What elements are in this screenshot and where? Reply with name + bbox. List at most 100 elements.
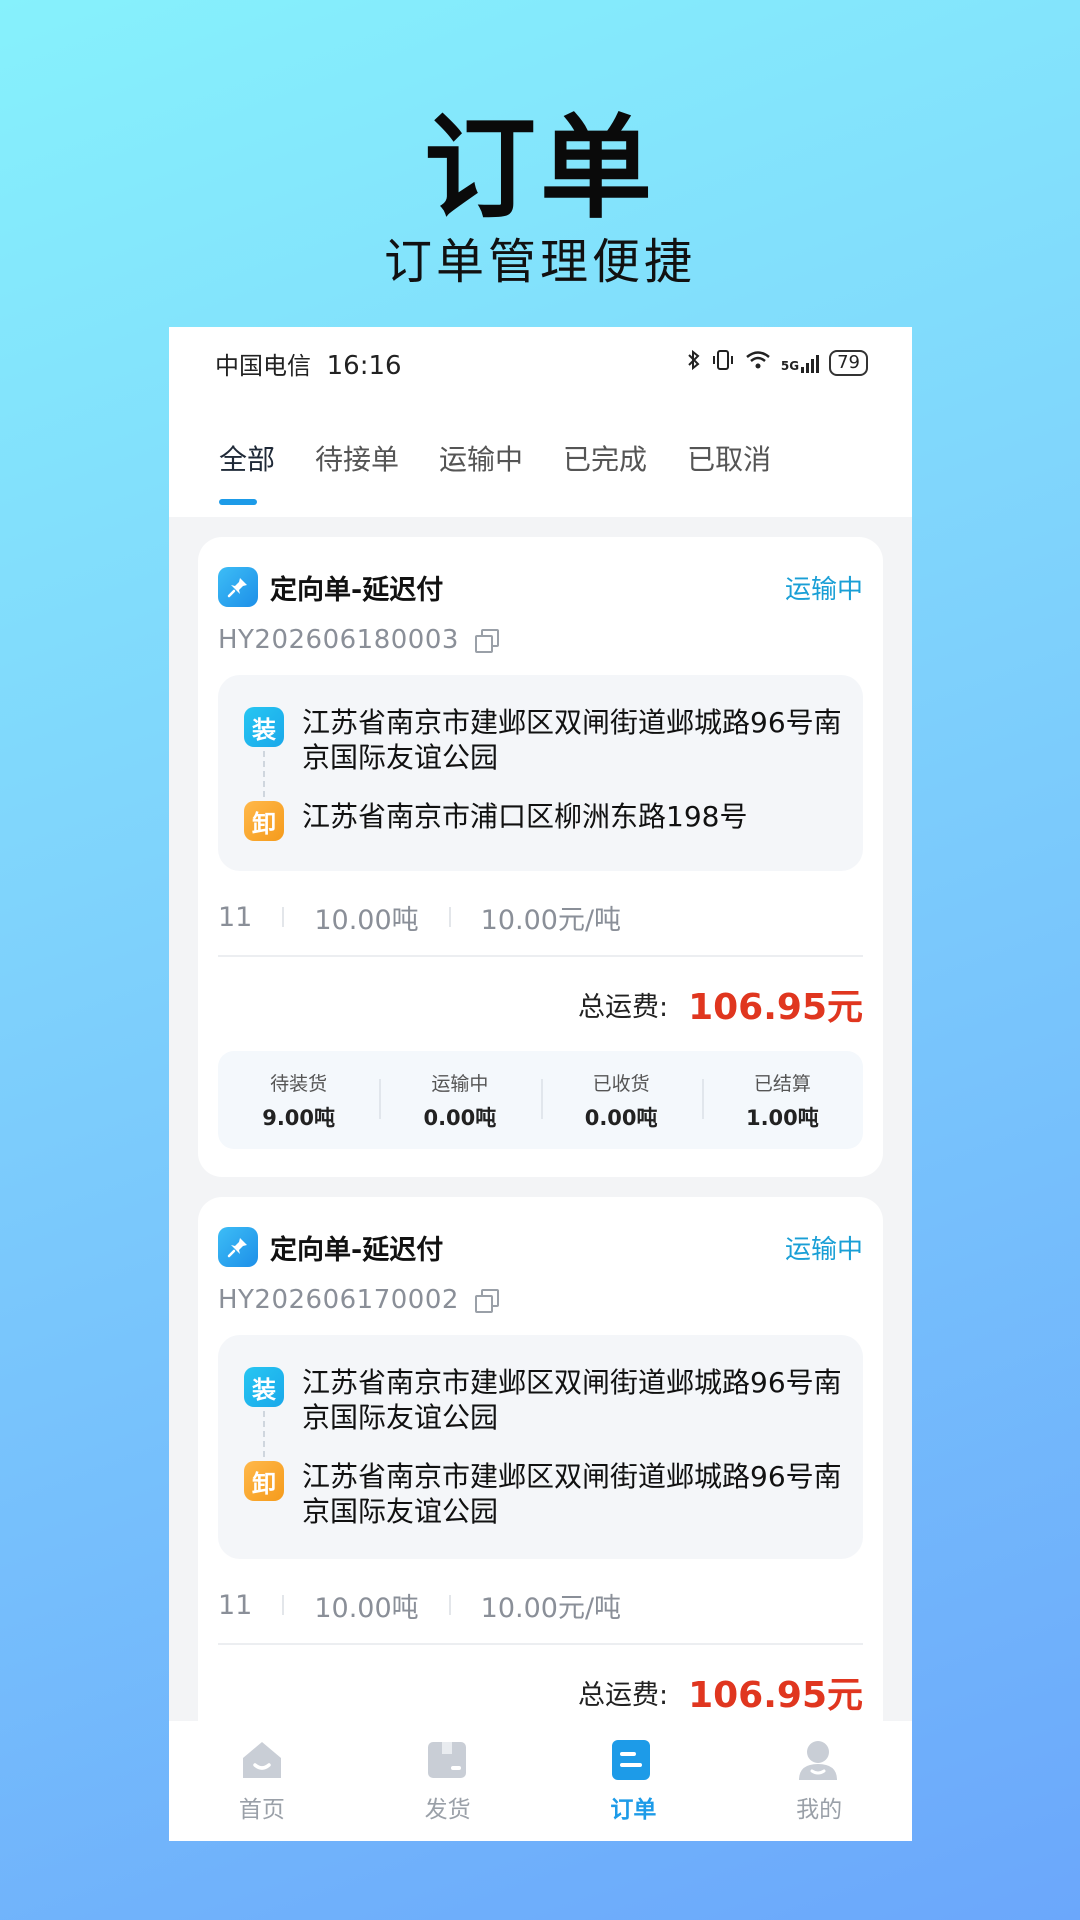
tab-2[interactable]: 运输中	[419, 399, 543, 517]
stat-label: 已收货	[592, 1072, 650, 1095]
tab-3[interactable]: 已完成	[543, 399, 667, 517]
tab-4[interactable]: 已取消	[667, 399, 791, 517]
tabbar-label: 我的	[796, 1797, 843, 1823]
load-tag: 装	[244, 1367, 284, 1407]
metric-separator	[448, 907, 451, 927]
metric-weight: 10.00吨	[314, 904, 419, 936]
order-type-group: 定向单-延迟付	[218, 567, 443, 607]
order-card-header: 定向单-延迟付 运输中	[218, 1225, 863, 1269]
stat-item: 已结算 1.00吨	[701, 1069, 863, 1132]
stat-item: 运输中 0.00吨	[379, 1069, 540, 1132]
route-box: 装江苏省南京市建邺区双闸街道邺城路96号南京国际友谊公园卸江苏省南京市建邺区双闸…	[218, 1335, 863, 1559]
status-time: 16:16	[326, 350, 402, 381]
status-icons: 5G 79	[687, 349, 868, 377]
tabbar-label: 发货	[424, 1797, 471, 1823]
pin-icon	[218, 567, 258, 607]
stat-label: 已结算	[753, 1072, 811, 1095]
unload-tag: 卸	[244, 801, 284, 841]
route-connector	[263, 751, 265, 797]
stat-value: 0.00吨	[584, 1105, 658, 1130]
order-status-badge: 运输中	[784, 574, 863, 605]
cellular-icon: 5G	[780, 353, 820, 373]
order-type-label: 定向单-延迟付	[270, 574, 444, 606]
tab-1[interactable]: 待接单	[295, 399, 419, 517]
order-metrics: 11 10.00吨 10.00元/吨	[218, 897, 863, 937]
unload-tag: 卸	[244, 1461, 284, 1501]
copy-icon[interactable]	[474, 629, 499, 653]
tab-0[interactable]: 全部	[199, 399, 295, 517]
user-icon	[796, 1738, 842, 1782]
carrier-time: 中国电信 16:16	[215, 346, 402, 381]
load-row: 装江苏省南京市建邺区双闸街道邺城路96号南京国际友谊公园	[244, 1365, 843, 1435]
order-filter-tabs: 全部 待接单 运输中 已完成 已取消	[169, 399, 912, 517]
stat-label: 运输中	[431, 1072, 489, 1095]
order-card-header: 定向单-延迟付 运输中	[218, 565, 863, 609]
stat-item: 待装货 9.00吨	[218, 1069, 379, 1132]
unload-row: 卸江苏省南京市建邺区双闸街道邺城路96号南京国际友谊公园	[244, 1459, 843, 1529]
stat-item: 已收货 0.00吨	[540, 1069, 702, 1132]
promo-title: 订单	[424, 104, 656, 234]
route-box: 装江苏省南京市建邺区双闸街道邺城路96号南京国际友谊公园卸江苏省南京市浦口区柳洲…	[218, 675, 863, 871]
order-type-label: 定向单-延迟付	[270, 1234, 444, 1266]
box-icon	[425, 1738, 471, 1782]
network-type: 5G	[780, 359, 800, 373]
bluetooth-icon	[687, 349, 701, 377]
bottom-tabbar: 首页 发货 订单 我的	[169, 1721, 912, 1841]
load-row: 装江苏省南京市建邺区双闸街道邺城路96号南京国际友谊公园	[244, 705, 843, 775]
carrier-name: 中国电信	[215, 351, 311, 380]
order-number: HY202606180003	[218, 625, 459, 655]
status-bar: 中国电信 16:16 5G 79	[169, 327, 912, 399]
total-freight-label: 总运费:	[577, 1679, 669, 1711]
tabbar-label: 首页	[238, 1797, 285, 1823]
metric-qty: 11	[218, 1589, 253, 1621]
tabbar-item-2[interactable]: 订单	[541, 1738, 727, 1824]
stat-value: 1.00吨	[745, 1105, 819, 1130]
tabbar-label: 订单	[610, 1797, 657, 1823]
tabbar-item-3[interactable]: 我的	[726, 1738, 912, 1824]
battery-icon: 79	[829, 350, 868, 376]
vibrate-icon	[711, 349, 735, 377]
load-address: 江苏省南京市建邺区双闸街道邺城路96号南京国际友谊公园	[302, 1366, 842, 1434]
quantity-stats: 待装货 9.00吨 运输中 0.00吨 已收货 0.00吨 已结算 1.00吨	[218, 1051, 863, 1149]
phone-screen: 中国电信 16:16 5G 79 全部 待接单 运输中 已完成 已取消 定向单-延迟付运…	[169, 327, 912, 1841]
tabbar-item-1[interactable]: 发货	[355, 1738, 541, 1824]
order-list[interactable]: 定向单-延迟付 运输中 HY202606180003 装江苏省南京市建邺区双闸街道邺城…	[169, 517, 912, 1721]
unload-row: 卸江苏省南京市浦口区柳洲东路198号	[244, 799, 843, 841]
order-card[interactable]: 定向单-延迟付 运输中 HY202606170002 装江苏省南京市建邺区双闸街道邺城…	[198, 1197, 883, 1721]
order-card[interactable]: 定向单-延迟付 运输中 HY202606180003 装江苏省南京市建邺区双闸街道邺城…	[198, 537, 883, 1177]
order-type-group: 定向单-延迟付	[218, 1227, 443, 1267]
metric-unit-price: 10.00元/吨	[480, 1592, 622, 1624]
total-freight-value: 106.95元	[688, 987, 863, 1028]
order-metrics: 11 10.00吨 10.00元/吨	[218, 1585, 863, 1625]
order-number-row: HY202606180003	[218, 625, 863, 655]
load-tag: 装	[244, 707, 284, 747]
metric-separator	[282, 907, 285, 927]
metric-separator	[448, 1595, 451, 1615]
order-status-badge: 运输中	[784, 1234, 863, 1265]
stat-value: 0.00吨	[423, 1105, 497, 1130]
total-freight-value: 106.95元	[688, 1675, 863, 1716]
pin-icon	[218, 1227, 258, 1267]
home-icon	[239, 1738, 285, 1782]
total-freight-row: 总运费: 106.95元	[218, 1667, 863, 1717]
unload-address: 江苏省南京市建邺区双闸街道邺城路96号南京国际友谊公园	[302, 1460, 842, 1528]
total-freight-row: 总运费: 106.95元	[218, 979, 863, 1029]
metric-qty: 11	[218, 901, 253, 933]
order-number-row: HY202606170002	[218, 1285, 863, 1315]
total-freight-label: 总运费:	[577, 991, 669, 1023]
wifi-icon	[745, 350, 771, 376]
order-icon	[610, 1738, 656, 1782]
unload-address: 江苏省南京市浦口区柳洲东路198号	[302, 800, 748, 833]
divider	[218, 955, 863, 957]
metric-weight: 10.00吨	[314, 1592, 419, 1624]
stat-label: 待装货	[270, 1072, 328, 1095]
copy-icon[interactable]	[474, 1289, 499, 1313]
order-number: HY202606170002	[218, 1285, 459, 1315]
tabbar-item-0[interactable]: 首页	[169, 1738, 355, 1824]
metric-unit-price: 10.00元/吨	[480, 904, 622, 936]
load-address: 江苏省南京市建邺区双闸街道邺城路96号南京国际友谊公园	[302, 706, 842, 774]
promo-subtitle: 订单管理便捷	[383, 234, 696, 290]
metric-separator	[282, 1595, 285, 1615]
route-connector	[263, 1411, 265, 1457]
stat-value: 9.00吨	[262, 1105, 336, 1130]
